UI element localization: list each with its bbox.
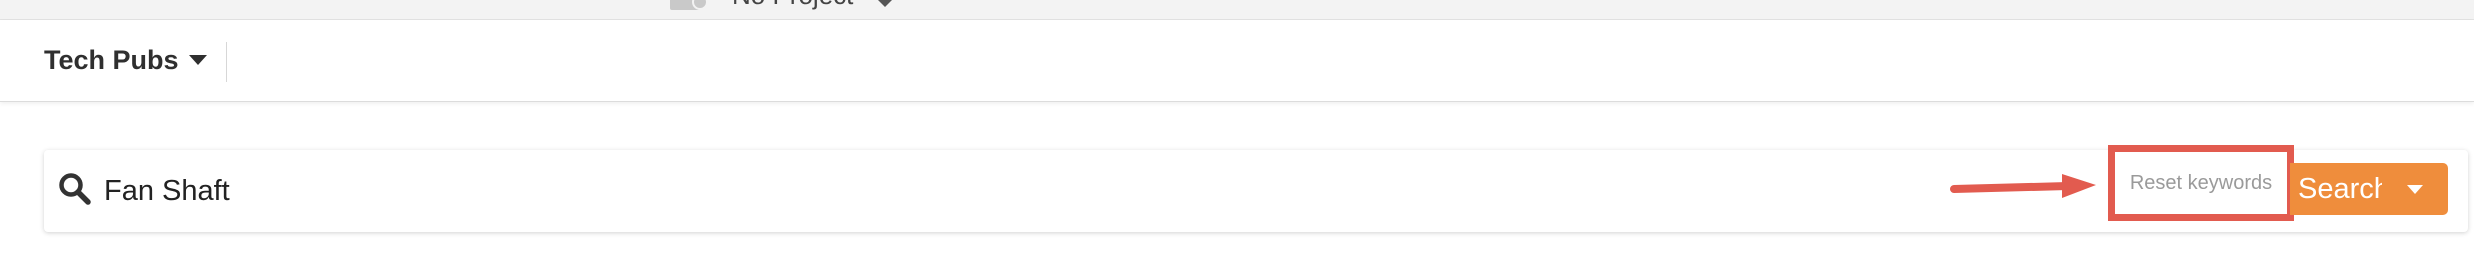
header-divider [226,42,227,82]
search-button-label: Search [2298,172,2390,205]
reset-keywords-label: Reset keywords [2129,171,2273,194]
caret-down-icon [188,55,207,65]
top-bar: No Project [0,0,2474,20]
annotation-arrow-icon [1950,174,2096,198]
search-options-dropdown[interactable] [2382,163,2448,215]
search-icon [59,173,91,205]
project-caret-icon[interactable] [878,0,892,7]
folder-icon [670,0,708,10]
search-bar [44,150,2468,232]
tech-pubs-menu[interactable]: Tech Pubs [44,42,207,78]
tech-pubs-label: Tech Pubs [44,44,179,75]
project-selector-label[interactable]: No Project [732,0,853,11]
search-input[interactable] [104,166,1904,216]
caret-down-icon [2407,184,2423,194]
header-bar: Tech Pubs [0,20,2474,102]
reset-keywords-button[interactable]: Reset keywords [2108,145,2294,221]
